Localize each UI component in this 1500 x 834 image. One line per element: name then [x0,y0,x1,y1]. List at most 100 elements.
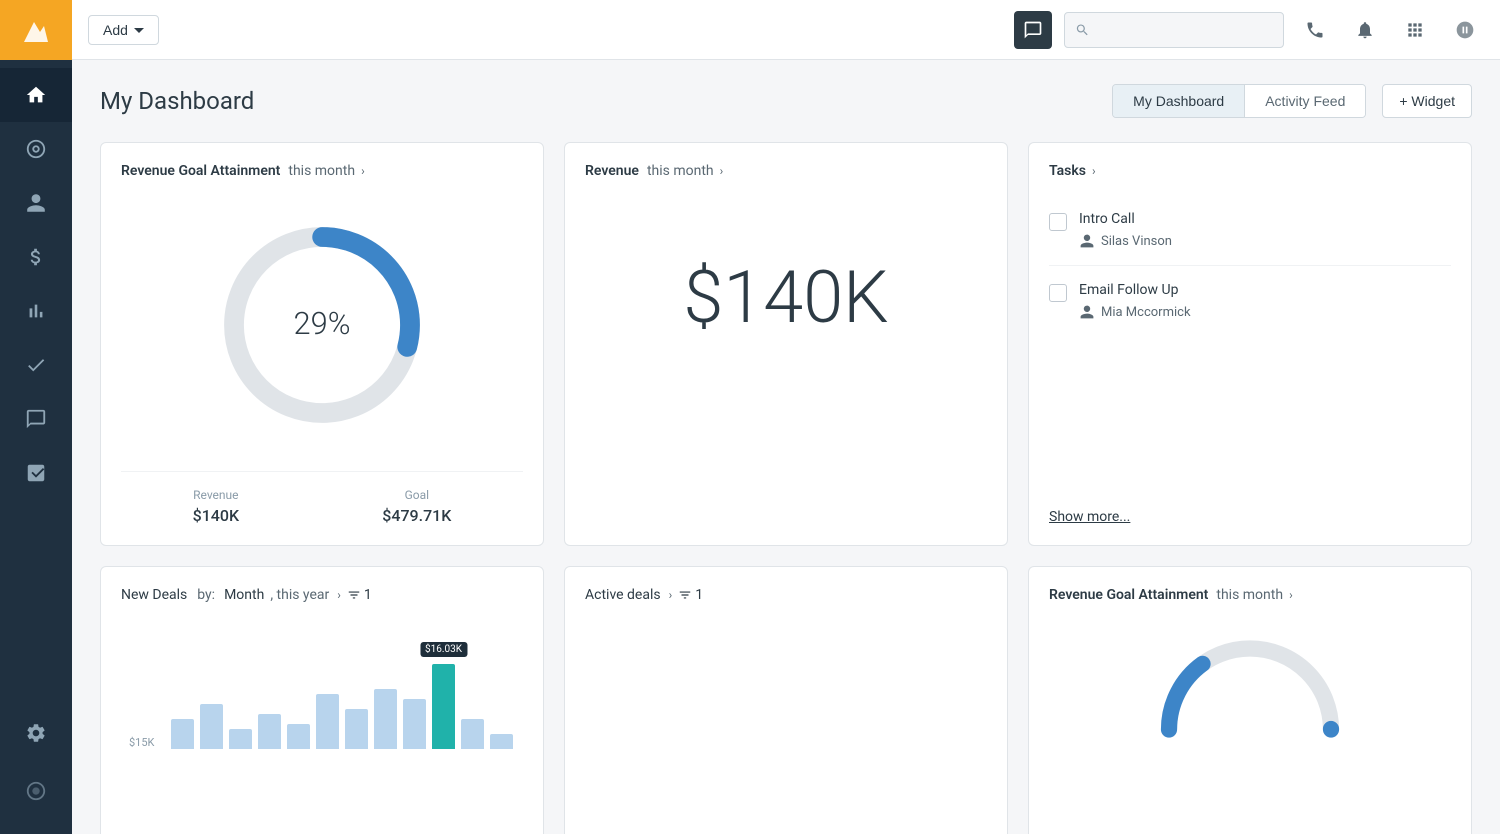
search-box[interactable] [1064,12,1284,48]
new-deals-filter-count: 1 [364,587,372,603]
topbar: Add [72,0,1500,60]
stat-goal-value: $479.71K [382,506,451,525]
notification-button[interactable] [1346,11,1384,49]
new-deals-chevron: › [337,588,341,602]
new-deals-month: Month [224,587,264,603]
task-checkbox-1[interactable] [1049,213,1067,231]
add-button-label: Add [103,22,128,38]
y-label: $15K [129,736,154,749]
rga-bottom-chevron: › [1289,588,1293,602]
task-name-2: Email Follow Up [1079,282,1451,298]
bar-12 [490,734,513,749]
add-widget-button[interactable]: + Widget [1382,84,1472,118]
task-checkbox-2[interactable] [1049,284,1067,302]
new-deals-by: by: [197,587,215,603]
sidebar-item-tasks[interactable] [0,338,72,392]
bar-6 [316,694,339,749]
tab-my-dashboard[interactable]: My Dashboard [1113,85,1244,117]
widget-tasks-title: Tasks › [1049,163,1451,179]
revenue-value: $140K [585,195,987,400]
widget-revenue-title-bold: Revenue [585,163,639,179]
filter-icon-new-deals: 1 [347,587,372,603]
sidebar-bottom [0,706,72,834]
stat-revenue: Revenue $140K [193,488,239,525]
message-topbar-button[interactable] [1014,11,1052,49]
target-icon [25,138,47,160]
task-person-1: Silas Vinson [1079,233,1451,249]
rga-bottom-title-bold: Revenue Goal Attainment [1049,587,1208,603]
widget-revenue-goal-title-bold: Revenue Goal Attainment [121,163,280,179]
widget-stats: Revenue $140K Goal $479.71K [121,471,523,525]
dashboard-grid: Revenue Goal Attainment this month › 29% [100,142,1472,834]
page-header: My Dashboard My Dashboard Activity Feed … [100,84,1472,118]
gear-icon [25,722,47,744]
bar-9 [403,699,426,749]
widget-revenue-goal-title-muted: this month [288,163,355,179]
zendesk-button[interactable] [1446,11,1484,49]
active-deals-chevron: › [669,588,673,602]
apps-button[interactable] [1396,11,1434,49]
add-button[interactable]: Add [88,15,159,45]
bar-11 [461,719,484,749]
main-container: Add My Dashboard My Dashboard [72,0,1500,834]
task-item-2: Email Follow Up Mia Mccormick [1049,266,1451,336]
widget-new-deals: New Deals by: Month , this year › 1 $15K [100,566,544,834]
active-deals-title: Active deals [585,587,661,603]
task-person-2: Mia Mccormick [1079,304,1451,320]
bar-3 [229,729,252,749]
sidebar-item-home[interactable] [0,68,72,122]
widget-revenue-title: Revenue this month › [585,163,987,179]
stat-goal: Goal $479.71K [382,488,451,525]
new-deals-title-1: New Deals [121,587,187,603]
sidebar-item-settings[interactable] [0,706,72,760]
tasks-list: Intro Call Silas Vinson Email Follow Up [1049,195,1451,336]
phone-icon [1305,20,1325,40]
stat-revenue-value: $140K [193,506,239,525]
message-icon [25,408,47,430]
check-icon [25,354,47,376]
widget-tasks: Tasks › Intro Call Silas Vinson [1028,142,1472,546]
page-content: My Dashboard My Dashboard Activity Feed … [72,60,1500,834]
revenue-chevron-icon: › [720,164,724,178]
chevron-down-icon [134,25,144,35]
widget-active-deals-title: Active deals › 1 [585,587,987,603]
sidebar-item-zendesk[interactable] [0,764,72,818]
widget-revenue-title-muted: this month [647,163,714,179]
widget-revenue: Revenue this month › $140K [564,142,1008,546]
bar-value-label: $16.03K [420,642,467,657]
bell-icon [1355,20,1375,40]
sidebar-logo[interactable] [0,0,72,60]
stat-goal-label: Goal [382,488,451,502]
zendesk-icon [25,780,47,802]
bar-7 [345,709,368,749]
show-more-link[interactable]: Show more... [1049,509,1130,525]
sidebar-item-messages[interactable] [0,392,72,446]
sidebar-item-analytics[interactable] [0,446,72,500]
task-person-name-1: Silas Vinson [1101,234,1172,249]
user-icon-2 [1079,304,1095,320]
sidebar-item-deals[interactable] [0,230,72,284]
sidebar-item-target[interactable] [0,122,72,176]
bar-chart-icon [25,300,47,322]
donut-percent-text: 29% [294,305,351,342]
sidebar-item-contacts[interactable] [0,176,72,230]
widget-tasks-title-text: Tasks [1049,163,1086,179]
filter-svg-1 [347,588,361,602]
active-deals-filter-count: 1 [695,587,703,603]
tab-activity-feed[interactable]: Activity Feed [1244,85,1365,117]
active-deals-content [585,619,987,659]
phone-button[interactable] [1296,11,1334,49]
donut-chart: 29% [121,195,523,455]
search-input[interactable] [1090,22,1273,38]
task-content-1: Intro Call Silas Vinson [1079,211,1451,249]
chat-icon [1023,20,1043,40]
donut-svg: 29% [212,215,432,435]
filter-svg-2 [678,588,692,602]
bottom-donut-svg [1160,639,1340,739]
widget-revenue-goal: Revenue Goal Attainment this month › 29% [100,142,544,546]
task-name-1: Intro Call [1079,211,1451,227]
sidebar-item-reports[interactable] [0,284,72,338]
user-icon-1 [1079,233,1095,249]
task-item-1: Intro Call Silas Vinson [1049,195,1451,266]
new-deals-chart: $15K $16.03K [121,619,523,779]
